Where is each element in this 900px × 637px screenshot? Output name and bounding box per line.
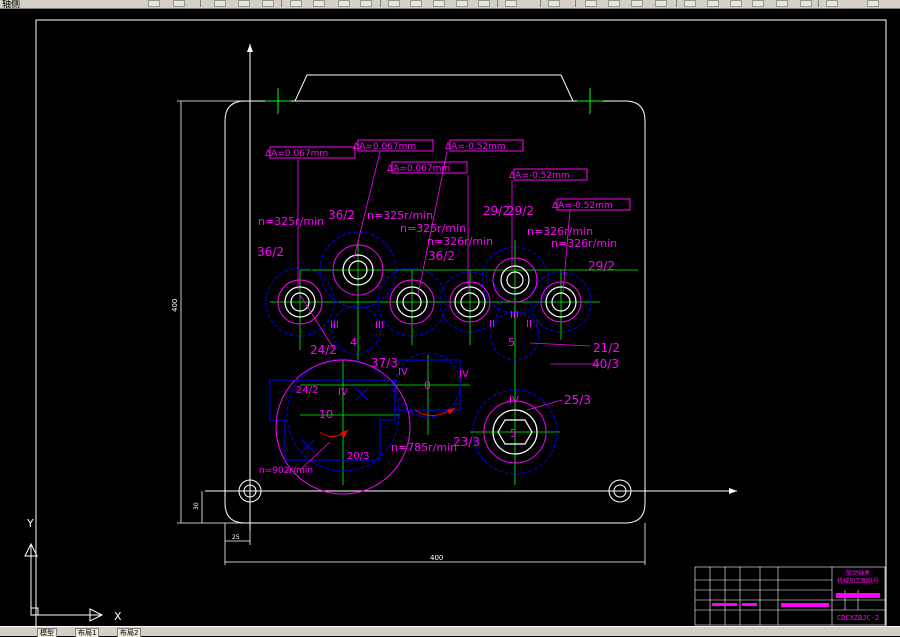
gear-ratio-label: 24/2 xyxy=(296,385,318,396)
layer-icon[interactable] xyxy=(752,0,764,7)
properties-icon[interactable] xyxy=(456,0,468,7)
speed-label: n=902r/min xyxy=(259,466,313,476)
zoom-window-icon[interactable] xyxy=(410,0,422,7)
speed-label: n=325r/min xyxy=(367,209,433,222)
title-block-subtitle: 机械加工图纸号 xyxy=(837,577,879,585)
gear-ratio-label: 37/3 xyxy=(371,356,398,370)
workspace-icon[interactable] xyxy=(867,0,879,7)
open-icon[interactable] xyxy=(148,0,160,7)
shaft-numeral: II xyxy=(489,319,495,330)
tab-layout1[interactable]: 布局1 xyxy=(75,628,100,637)
speed-label: n=325r/min xyxy=(258,215,324,228)
gear-ratio-label: 40/3 xyxy=(592,357,619,371)
rotation-arrows xyxy=(319,407,456,438)
speed-label: n=785r/min xyxy=(391,441,457,454)
markup-icon[interactable] xyxy=(585,0,597,7)
tolerance-label: ΔA=0.067mm xyxy=(265,149,328,159)
tolerance-label: ΔA=0.067mm xyxy=(353,142,416,152)
dim-width: 400 xyxy=(430,554,443,562)
toolbar-separator xyxy=(380,0,381,7)
toolbar-separator xyxy=(281,0,282,7)
gear-ratio-label: 21/2 xyxy=(593,341,620,355)
x-markers xyxy=(301,387,369,453)
toolbar-separator xyxy=(497,0,498,7)
toolbar-separator xyxy=(676,0,677,7)
shaft-number: 0 xyxy=(424,379,431,392)
toolbar-separator xyxy=(200,0,201,7)
shaft-number: 10 xyxy=(319,408,333,421)
dim-height: 400 xyxy=(171,299,179,312)
linetype-icon[interactable] xyxy=(826,0,838,7)
gear-ratio-label: 29/2 xyxy=(588,259,615,273)
toolbar-separator xyxy=(575,0,576,7)
gear-ratio-label: 23/3 xyxy=(453,435,480,449)
undo-icon[interactable] xyxy=(338,0,350,7)
shaft-number: 5 xyxy=(510,427,517,440)
toolbar-separator xyxy=(818,0,819,7)
gear-ratio-label: 36/2 xyxy=(428,249,455,263)
save-icon[interactable] xyxy=(173,0,185,7)
tolerance-label: ΔA=-0.52mm xyxy=(509,171,570,181)
ucs-icon xyxy=(24,542,104,622)
zoom-in-icon[interactable] xyxy=(608,0,620,7)
shaft-numeral: III xyxy=(330,320,339,331)
sheet-set-icon[interactable] xyxy=(548,0,560,7)
gear-ratio-label: 25/3 xyxy=(564,393,591,407)
speed-label: n=326r/min xyxy=(551,237,617,250)
tolerance-label: ΔA=0.067mm xyxy=(387,164,450,174)
tab-layout2[interactable]: 布局2 xyxy=(117,628,142,637)
cut-icon[interactable] xyxy=(238,0,250,7)
shaft-number: 4 xyxy=(350,336,357,349)
dim-25: 25 xyxy=(232,534,240,541)
shaft-numeral: IV xyxy=(398,367,408,378)
zoom-previous-icon[interactable] xyxy=(433,0,445,7)
drawing-border xyxy=(35,19,887,626)
print-icon[interactable] xyxy=(214,0,226,7)
tool-palette-icon[interactable] xyxy=(505,0,517,7)
toolbar-separator xyxy=(540,0,541,7)
shaft-numeral: II xyxy=(526,319,532,330)
dim-style-icon[interactable] xyxy=(707,0,719,7)
ucs-x-label: X xyxy=(114,610,122,623)
gear-ratio-label: 20/3 xyxy=(347,451,369,462)
speed-label: n=325r/min xyxy=(400,222,466,235)
speed-label: n=326r/min xyxy=(427,235,493,248)
match-icon[interactable] xyxy=(313,0,325,7)
dim-30: 30 xyxy=(193,502,200,510)
gear-faces xyxy=(275,244,582,495)
shaft-numeral: IV xyxy=(459,369,469,380)
zoom-realtime-icon[interactable] xyxy=(388,0,400,7)
drawing-canvas[interactable]: 400 400 30 25 ΔA=0.067mm ΔA=0.067mm ΔA=0… xyxy=(0,9,900,626)
gear-ratio-label: 29/2 xyxy=(507,204,534,218)
paste-icon[interactable] xyxy=(290,0,302,7)
ucs-y-label: Y xyxy=(26,517,34,530)
shaft-numeral: IV xyxy=(338,387,348,398)
gear-ratio-label: 24/2 xyxy=(310,343,337,357)
table-style-icon[interactable] xyxy=(730,0,742,7)
zoom-extents-icon[interactable] xyxy=(655,0,667,7)
gear-ratio-label: 29/2 xyxy=(483,204,510,218)
zoom-out-icon[interactable] xyxy=(631,0,643,7)
shaft-numeral: III xyxy=(375,320,384,331)
tolerance-label: ΔA=-0.52mm xyxy=(552,201,613,211)
tolerance-label: ΔA=-0.52mm xyxy=(445,142,506,152)
redo-icon[interactable] xyxy=(360,0,372,7)
drawing-number: CDCXZBJC-2 xyxy=(837,614,879,622)
shaft-numbers: 4 5 0 10 5 xyxy=(319,336,517,440)
tab-model[interactable]: 模型 xyxy=(37,628,57,637)
gear-ratio-label: 36/2 xyxy=(328,208,355,222)
tolerance-callouts: ΔA=0.067mm ΔA=0.067mm ΔA=0.067mm ΔA=-0.5… xyxy=(265,139,631,211)
toolbar: 轴侧 xyxy=(0,0,900,10)
calculator-icon[interactable] xyxy=(776,0,788,7)
plot-icon[interactable] xyxy=(800,0,812,7)
shaft-numeral: III xyxy=(510,310,519,321)
title-block-title: 驱动轴承 xyxy=(846,569,870,577)
text-style-icon[interactable] xyxy=(684,0,696,7)
shaft-numeral: IV xyxy=(509,395,519,406)
shaft-number: 5 xyxy=(508,336,515,349)
copy-icon[interactable] xyxy=(262,0,274,7)
design-center-icon[interactable] xyxy=(478,0,490,7)
gear-ratio-label: 36/2 xyxy=(257,245,284,259)
